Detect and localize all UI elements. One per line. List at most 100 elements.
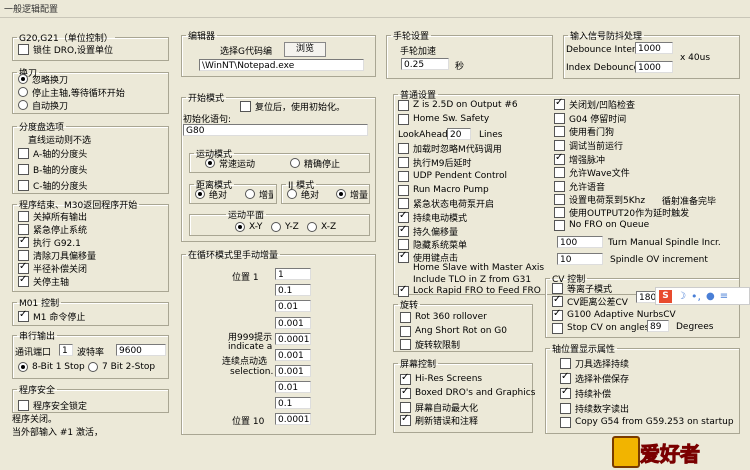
axis-box-3[interactable] — [560, 402, 571, 414]
plane-radio-2[interactable] — [307, 222, 317, 232]
rotary-item-2[interactable]: 旋转软限制 — [400, 338, 460, 351]
lock-dro-checkbox[interactable]: 锁住 DRO,设置单位 — [18, 43, 113, 56]
rotary-box-0[interactable] — [400, 311, 411, 323]
gen-right-box-3[interactable] — [554, 139, 565, 151]
gen-left-box-3[interactable] — [398, 156, 409, 168]
gen-left-10[interactable]: 使用键点击 — [398, 250, 458, 264]
moon-icon[interactable]: ☽ — [677, 291, 686, 302]
axis-box-0[interactable] — [560, 357, 571, 369]
lock-dro-box[interactable] — [18, 43, 29, 55]
mic-icon[interactable]: ● — [706, 291, 715, 302]
gen-left-box-1[interactable] — [398, 113, 409, 125]
end-box-1[interactable] — [18, 223, 29, 235]
cv-box-2[interactable] — [552, 308, 563, 321]
serial-radio-1[interactable] — [88, 362, 98, 372]
gen-left-2[interactable]: 加载时忽略M代码调用 — [398, 142, 502, 155]
dot-icon[interactable]: •, — [691, 290, 701, 303]
gen-right-box-2[interactable] — [554, 125, 565, 137]
ij-radio-1[interactable] — [336, 189, 346, 199]
ime-toolbar[interactable]: S ☽ •, ● ≡ — [655, 287, 750, 305]
gen-right-box-0[interactable] — [554, 97, 565, 110]
plane-option-1[interactable]: Y-Z — [271, 221, 299, 233]
serial-port-input[interactable]: 1 — [59, 344, 73, 356]
cv-tolerance-input[interactable]: 180 — [636, 291, 656, 303]
toolchange-radio-1[interactable] — [18, 87, 28, 97]
gen-right-9[interactable]: No FRO on Queue — [554, 219, 649, 231]
cv-item-3[interactable]: Stop CV on angles > — [552, 322, 660, 334]
ij-option-0[interactable]: 绝对 — [287, 188, 319, 201]
cv-box-3[interactable] — [552, 322, 563, 334]
end-box-0[interactable] — [18, 210, 29, 222]
gen-left-1[interactable]: Home Sw. Safety — [398, 113, 489, 125]
gen-right-box-6[interactable] — [554, 180, 565, 192]
gen-left-7[interactable]: 持续电动模式 — [398, 210, 467, 224]
gen-left-3[interactable]: 执行M9后延时 — [398, 156, 472, 169]
ij-option-1[interactable]: 增量 — [336, 188, 368, 201]
cv-box-1[interactable] — [552, 294, 563, 307]
gen-right-box-8[interactable] — [554, 206, 565, 218]
reset-init-checkbox[interactable]: 复位后，使用初始化。 — [240, 100, 345, 113]
gen-right-6[interactable]: 允许语音 — [554, 180, 605, 193]
spindle-ov-input[interactable]: 10 — [557, 253, 603, 265]
end-box-2[interactable] — [18, 235, 29, 248]
jog-value-8[interactable]: 0.01 — [275, 381, 311, 393]
end-item-4[interactable]: 半径补偿关闭 — [18, 261, 87, 275]
gen-right-0[interactable]: 关闭划/凹陷检查 — [554, 97, 635, 111]
jog-value-9[interactable]: 0.1 — [275, 397, 311, 409]
indexer-b-box[interactable] — [18, 163, 29, 175]
jog-value-4[interactable]: 0.001 — [275, 317, 311, 329]
serial-baud-input[interactable]: 9600 — [116, 344, 166, 356]
gen-right-box-9[interactable] — [554, 219, 565, 231]
m01-checkbox[interactable]: M1 命令停止 — [18, 309, 85, 323]
lookahead-input[interactable]: 20 — [447, 128, 471, 140]
rotary-item-1[interactable]: Ang Short Rot on G0 — [400, 325, 507, 337]
gen-right-3[interactable]: 调试当前运行 — [554, 139, 623, 152]
plane-option-0[interactable]: X-Y — [235, 221, 262, 233]
axis-item-4[interactable]: Copy G54 from G59.253 on startup — [560, 416, 734, 428]
gen-left-box-6[interactable] — [398, 197, 409, 209]
motion-radio-1[interactable] — [290, 158, 300, 168]
gen-left-0[interactable]: Z is 2.5D on Output #6 — [398, 99, 518, 111]
screen-item-2[interactable]: 屏幕自动最大化 — [400, 401, 478, 414]
screen-box-0[interactable] — [400, 372, 411, 385]
m01-box[interactable] — [18, 309, 29, 322]
jog-value-1[interactable]: 1 — [275, 268, 311, 280]
gen-right-2[interactable]: 使用看门狗 — [554, 125, 614, 138]
distance-radio-0[interactable] — [195, 189, 205, 199]
ij-radio-0[interactable] — [287, 189, 297, 199]
axis-box-1[interactable] — [560, 371, 571, 384]
screen-item-1[interactable]: Boxed DRO's and Graphics — [400, 386, 535, 399]
cv-item-1[interactable]: CV距离公差CV — [552, 294, 628, 308]
indexer-b[interactable]: B-轴的分度头 — [18, 163, 87, 176]
distance-option-1[interactable]: 增量 — [245, 188, 273, 200]
gen-left-5[interactable]: Run Macro Pump — [398, 184, 489, 196]
end-box-4[interactable] — [18, 261, 29, 274]
spindle-inc-input[interactable]: 100 — [557, 236, 603, 248]
gen-right-1[interactable]: G04 停留时间 — [554, 112, 626, 125]
indexer-a-box[interactable] — [18, 147, 29, 159]
toolchange-radio-0[interactable] — [18, 74, 28, 84]
toolchange-option-0[interactable]: 忽略换刀 — [18, 73, 68, 86]
browse-button[interactable]: 浏览 — [284, 42, 326, 57]
gen-right-box-7[interactable] — [554, 193, 565, 205]
motion-option-0[interactable]: 常速运动 — [205, 157, 255, 170]
jog-value-3[interactable]: 0.01 — [275, 300, 311, 312]
gen-left-9[interactable]: 隐藏系统菜单 — [398, 238, 467, 251]
screen-box-1[interactable] — [400, 386, 411, 399]
plane-option-2[interactable]: X-Z — [307, 221, 336, 233]
gen-right-7[interactable]: 设置电荷泵到5Khz — [554, 193, 645, 206]
screen-item-0[interactable]: Hi-Res Screens — [400, 372, 482, 385]
serial-option-1[interactable]: 7 Bit 2-Stop — [88, 361, 155, 373]
editor-path-input[interactable]: \WinNT\Notepad.exe — [199, 59, 364, 71]
end-item-5[interactable]: 关停主轴 — [18, 274, 69, 288]
gen-right-8[interactable]: 使用OUTPUT20作为延时触发 — [554, 206, 689, 219]
plane-radio-0[interactable] — [235, 222, 245, 232]
gen-right-box-1[interactable] — [554, 112, 565, 124]
jog-value-7[interactable]: 0.001 — [275, 365, 311, 377]
gen-left-box-8[interactable] — [398, 224, 409, 237]
indexer-c[interactable]: C-轴的分度头 — [18, 179, 88, 192]
gen-left-box-13[interactable] — [398, 284, 409, 297]
gen-left-box-2[interactable] — [398, 142, 409, 154]
cv-item-0[interactable]: 等离子模式 — [552, 282, 612, 295]
gen-left-6[interactable]: 紧急状态电荷泵开启 — [398, 197, 494, 210]
